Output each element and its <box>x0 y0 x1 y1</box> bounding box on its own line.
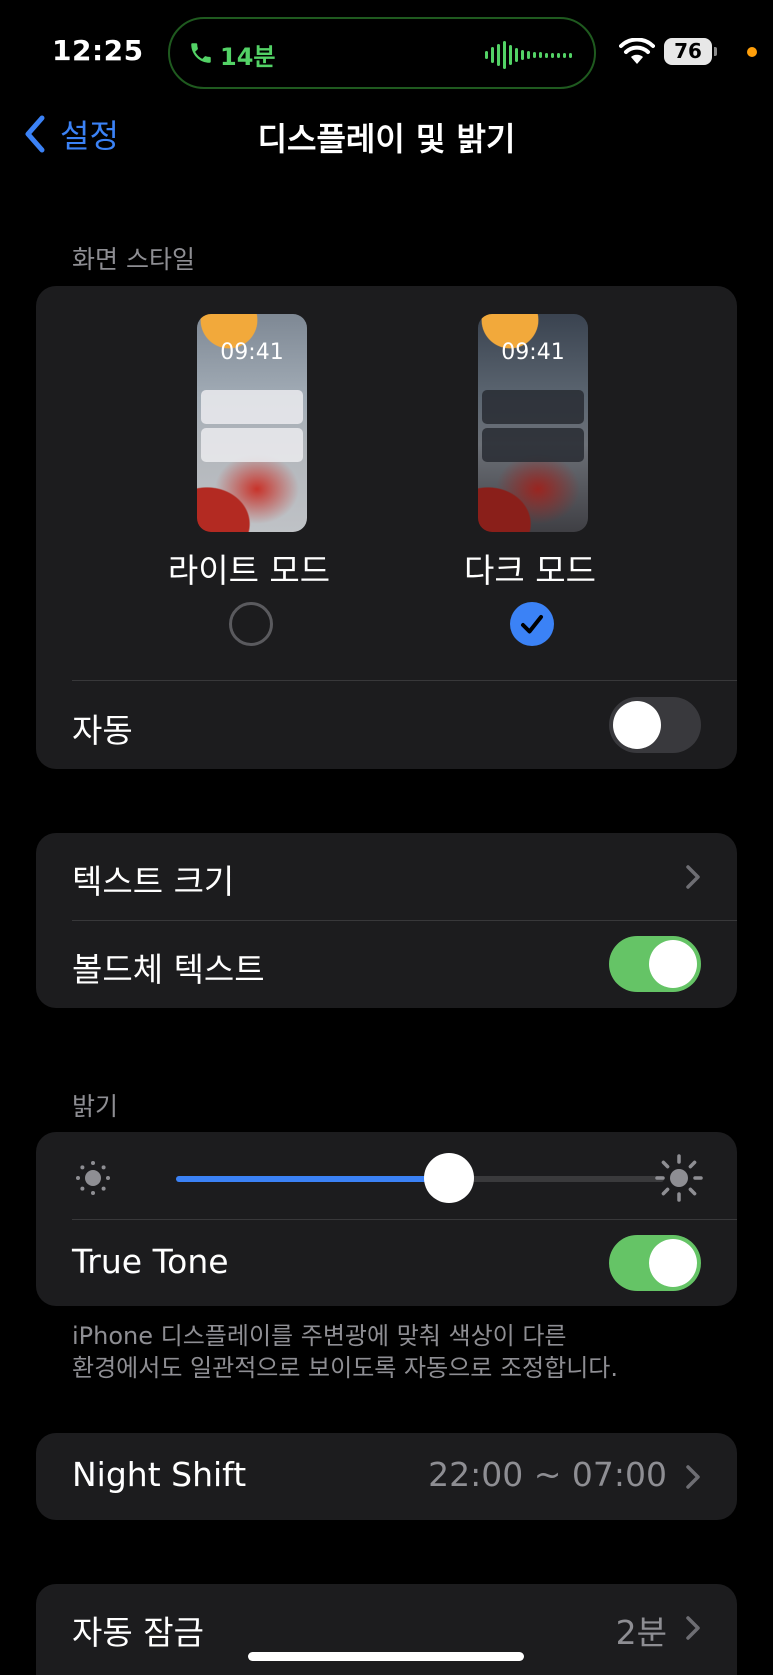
page-title: 디스플레이 및 밝기 <box>257 120 516 158</box>
light-preview-time: 09:41 <box>220 340 284 365</box>
automatic-label: 자동 <box>72 711 133 750</box>
brightness-slider[interactable] <box>176 1153 664 1203</box>
footnote-line: 환경에서도 일관적으로 보이도록 자동으로 조정합니다. <box>72 1354 618 1382</box>
light-mode-preview: 09:41 <box>197 314 307 532</box>
bold-text-label: 볼드체 텍스트 <box>72 950 265 989</box>
night-shift-label: Night Shift <box>72 1455 247 1494</box>
true-tone-footnote: iPhone 디스플레이를 주변광에 맞춰 색상이 다른 환경에서도 일관적으로… <box>72 1320 712 1384</box>
bold-text-toggle[interactable] <box>609 936 701 992</box>
footnote-line: iPhone 디스플레이를 주변광에 맞춰 색상이 다른 <box>72 1322 567 1350</box>
true-tone-toggle[interactable] <box>609 1235 701 1291</box>
appearance-header: 화면 스타일 <box>72 245 195 274</box>
divider <box>72 920 737 921</box>
chevron-right-icon <box>686 865 700 889</box>
dark-mode-label: 다크 모드 <box>464 551 596 590</box>
toggle-knob <box>649 940 697 988</box>
sun-small-icon <box>76 1161 110 1195</box>
light-preview-notification <box>201 428 303 462</box>
light-mode-option[interactable]: 09:41 라이트 모드 <box>159 286 339 676</box>
phone-icon <box>191 43 211 63</box>
dark-preview-notification <box>482 390 584 424</box>
brightness-card: True Tone <box>36 1132 737 1306</box>
battery-icon: 76 <box>664 38 712 65</box>
dark-mode-option[interactable]: 09:41 다크 모드 <box>440 286 620 676</box>
dark-mode-preview: 09:41 <box>478 314 588 532</box>
checkmark-icon <box>521 615 543 634</box>
divider <box>72 680 737 681</box>
call-duration: 14분 <box>220 43 276 71</box>
audio-waveform-icon <box>485 41 572 69</box>
dynamic-island-call[interactable]: 14분 <box>168 17 596 89</box>
toggle-knob <box>649 1239 697 1287</box>
light-mode-radio[interactable] <box>229 602 273 646</box>
privacy-indicator-dot <box>747 47 757 57</box>
text-settings-card: 텍스트 크기 볼드체 텍스트 <box>36 833 737 1008</box>
divider <box>72 1219 737 1220</box>
status-time: 12:25 <box>52 34 144 67</box>
text-size-row[interactable]: 텍스트 크기 <box>36 833 737 920</box>
brightness-header: 밝기 <box>72 1092 119 1121</box>
toggle-knob <box>613 701 661 749</box>
true-tone-label: True Tone <box>72 1242 229 1281</box>
text-size-label: 텍스트 크기 <box>72 862 235 901</box>
dark-preview-notification <box>482 428 584 462</box>
home-indicator[interactable] <box>248 1652 524 1661</box>
auto-lock-label: 자동 잠금 <box>72 1613 204 1652</box>
light-preview-notification <box>201 390 303 424</box>
automatic-toggle[interactable] <box>609 697 701 753</box>
sun-large-icon <box>655 1154 703 1202</box>
dark-mode-radio[interactable] <box>510 602 554 646</box>
brightness-slider-thumb[interactable] <box>424 1153 475 1203</box>
auto-lock-value: 2분 <box>615 1613 667 1652</box>
appearance-card: 09:41 라이트 모드 09:41 다크 모드 자동 <box>36 286 737 769</box>
battery-tip <box>714 47 717 56</box>
chevron-right-icon <box>686 1616 700 1640</box>
dark-preview-time: 09:41 <box>501 340 565 365</box>
brightness-slider-fill <box>176 1176 450 1182</box>
night-shift-row[interactable]: Night Shift 22:00 ~ 07:00 <box>36 1433 737 1520</box>
wifi-icon <box>619 38 655 64</box>
night-shift-value: 22:00 ~ 07:00 <box>428 1455 667 1494</box>
auto-lock-row[interactable]: 자동 잠금 2분 <box>36 1584 737 1675</box>
chevron-right-icon <box>686 1465 700 1489</box>
light-mode-label: 라이트 모드 <box>167 551 331 590</box>
